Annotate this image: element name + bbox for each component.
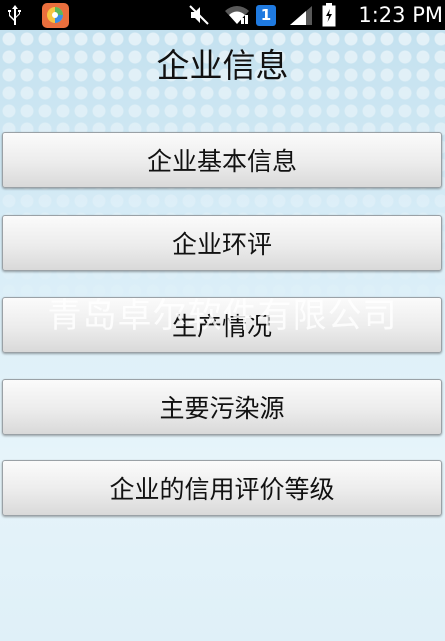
notification-count: 1: [256, 4, 276, 26]
environmental-assessment-button[interactable]: 企业环评: [2, 215, 442, 271]
app-icon: [40, 0, 70, 30]
production-status-button[interactable]: 生产情况: [2, 297, 442, 353]
credit-rating-label: 企业的信用评价等级: [109, 475, 335, 504]
main-pollution-sources-label: 主要污染源: [159, 394, 285, 423]
production-status-label: 生产情况: [171, 312, 272, 341]
mute-icon: [186, 0, 212, 30]
notification-badge: 1: [254, 0, 278, 30]
environmental-assessment-label: 企业环评: [171, 230, 272, 259]
status-bar: 1 1:23 PM: [0, 0, 445, 30]
company-basic-info-button[interactable]: 企业基本信息: [2, 132, 442, 188]
company-basic-info-label: 企业基本信息: [146, 147, 297, 176]
page-title: 企业信息: [156, 46, 289, 85]
status-clock: 1:23 PM: [358, 3, 443, 27]
wifi-icon: [222, 0, 252, 30]
credit-rating-button[interactable]: 企业的信用评价等级: [2, 460, 442, 516]
app-content: 企业信息 企业基本信息 企业环评 生产情况 主要污染源 企业的信用评价等级 青岛…: [0, 30, 445, 641]
battery-charging-icon: [318, 0, 340, 30]
main-pollution-sources-button[interactable]: 主要污染源: [2, 379, 442, 435]
usb-icon: [4, 0, 26, 30]
signal-icon: [286, 0, 316, 30]
